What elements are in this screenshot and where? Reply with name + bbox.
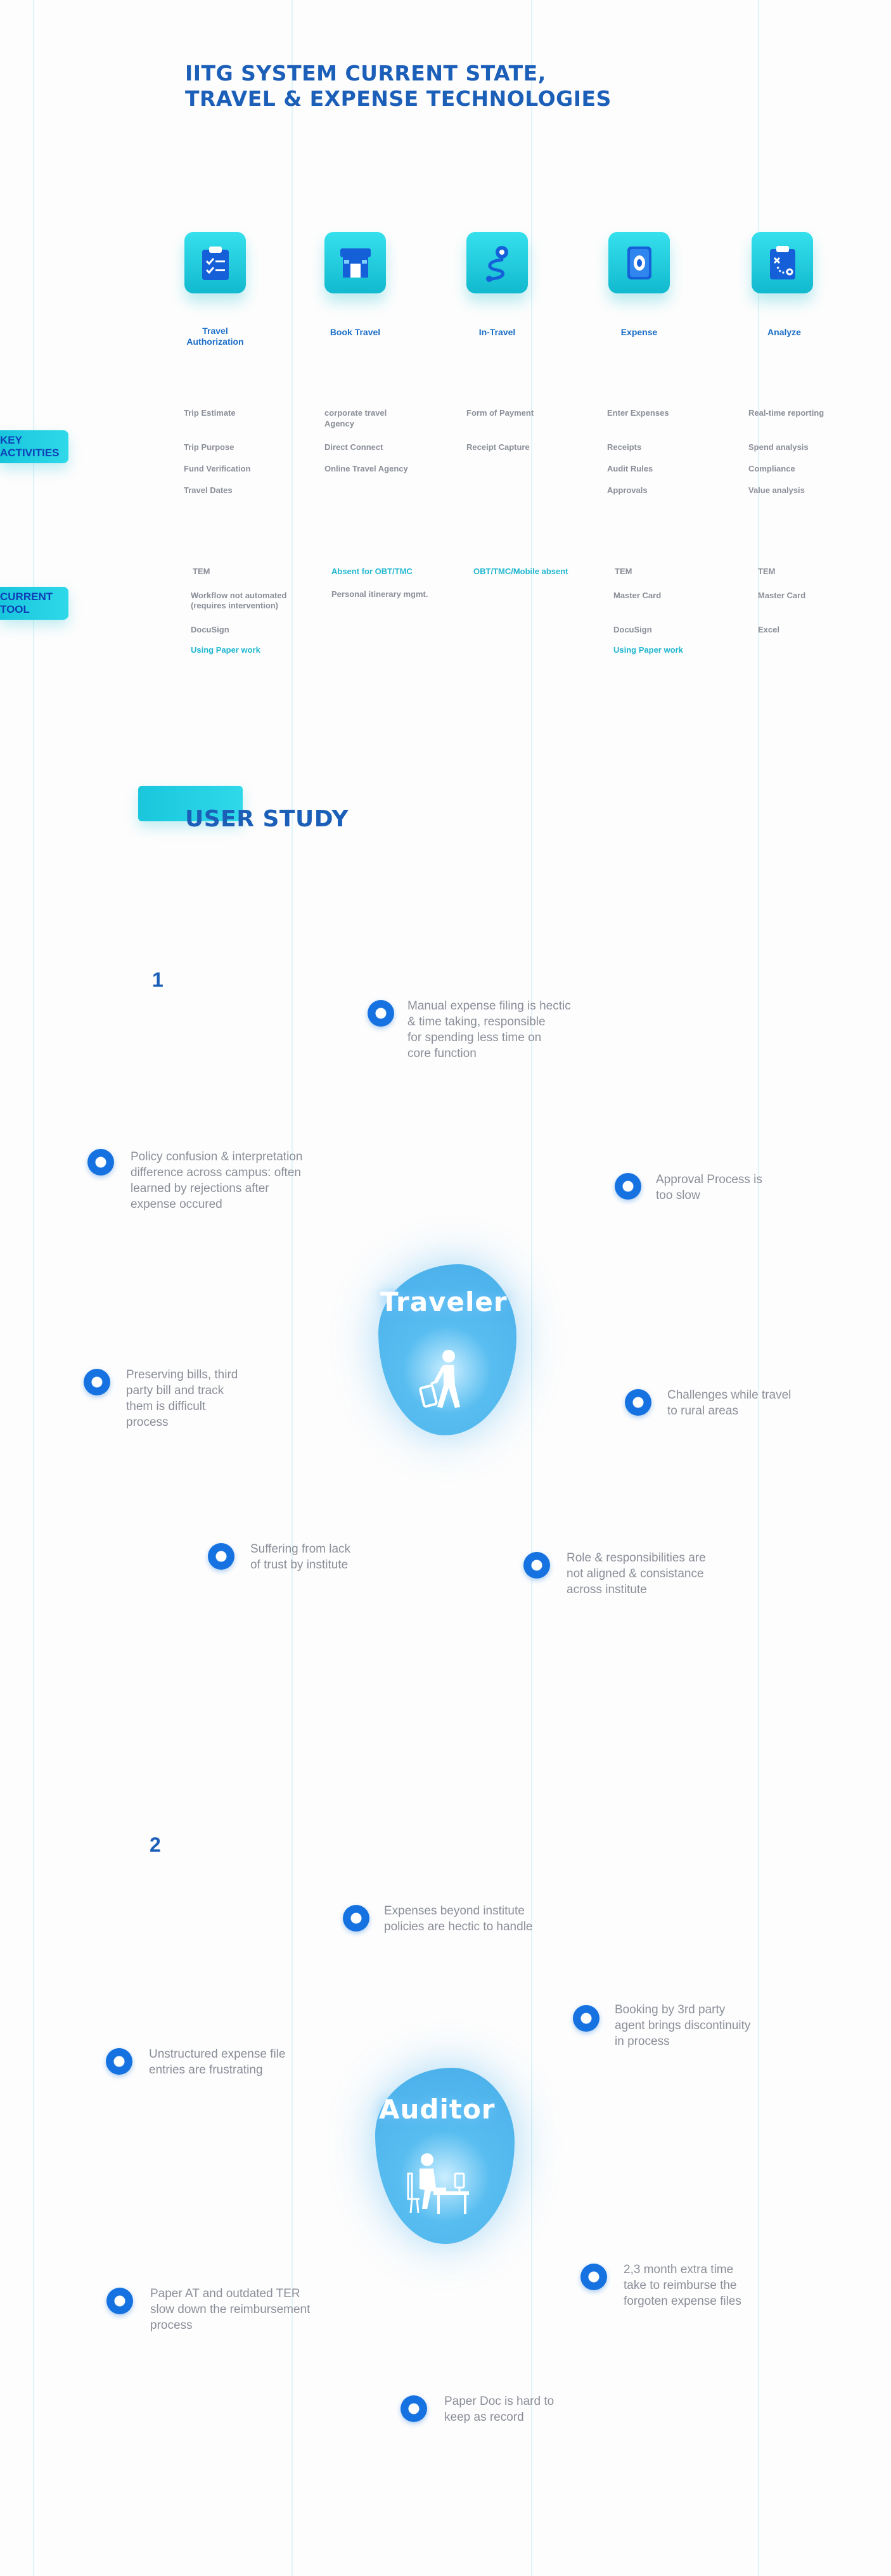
activity-item: Enter Expenses	[607, 408, 669, 418]
stage-label: Travel Authorization	[186, 326, 244, 347]
activity-item: Fund Verification	[184, 464, 251, 473]
tool-item: Using Paper work	[191, 645, 260, 655]
point-marker-icon	[106, 2288, 133, 2314]
activity-item: Audit Rules	[607, 464, 653, 473]
page-title: IITG SYSTEM CURRENT STATE, TRAVEL & EXPE…	[185, 61, 612, 111]
stage-label: Expense	[620, 327, 658, 337]
guide-line	[33, 0, 34, 2576]
point-marker-icon	[580, 2264, 607, 2290]
travel-agency-icon	[340, 248, 371, 278]
tool-item: Master Card	[758, 591, 806, 600]
guide-line	[292, 0, 293, 2576]
user-study-title: USER STUDY	[185, 806, 349, 832]
pain-point-text: Preserving bills, third party bill and t…	[126, 1368, 238, 1429]
pain-point-text: Policy confusion & interpretation differ…	[131, 1150, 303, 1211]
tool-item: Using Paper work	[613, 645, 683, 655]
clipboard-analysis-icon	[769, 245, 795, 279]
point-marker-icon	[208, 1543, 234, 1570]
activity-item: Form of Payment	[466, 408, 534, 418]
persona-title: Traveler	[380, 1286, 508, 1317]
stage-travel-authorization	[184, 232, 246, 293]
activity-item: Receipt Capture	[466, 442, 530, 452]
activity-item: Value analysis	[748, 485, 805, 495]
pain-point-text: Paper AT and outdated TER slow down the …	[150, 2287, 311, 2332]
pain-point-text: Challenges while travel to rural areas	[667, 1388, 792, 1418]
group-number: 1	[152, 968, 163, 991]
tool-item: TEM	[615, 567, 632, 576]
pain-point-text: Paper Doc is hard to keep as record	[444, 2395, 554, 2424]
point-marker-icon	[368, 1000, 394, 1027]
point-marker-icon	[87, 1149, 114, 1176]
stage-label: In-Travel	[478, 327, 516, 337]
pain-point-text: 2,3 month extra time take to reimburse t…	[624, 2263, 741, 2308]
map-route-icon	[485, 245, 508, 282]
guide-line	[531, 0, 532, 2576]
stage-expense	[608, 232, 670, 293]
tool-item: Workflow not automated (requires interve…	[191, 591, 287, 610]
activity-item: Direct Connect	[324, 442, 383, 452]
point-marker-icon	[343, 1905, 369, 1932]
pain-point-text: Booking by 3rd party agent brings discon…	[615, 2003, 751, 2048]
group-number: 2	[150, 1833, 161, 1856]
tool-item: Master Card	[613, 591, 662, 600]
activity-item: Real-time reporting	[748, 408, 824, 418]
pain-point-text: Expenses beyond institute policies are h…	[384, 1904, 533, 1933]
key-activities-label: KEY ACTIVITIES	[0, 430, 68, 463]
current-tool-label: CURRENT TOOL	[0, 587, 68, 620]
guide-line	[758, 0, 759, 2576]
persona-title: Auditor	[379, 2094, 496, 2125]
activity-item: Trip Purpose	[184, 442, 234, 452]
point-marker-icon	[523, 1552, 550, 1579]
pain-point-text: Manual expense filing is hectic & time t…	[407, 999, 571, 1060]
point-marker-icon	[615, 1173, 641, 1200]
tool-item: TEM	[193, 567, 210, 576]
stage-label: Book Travel	[330, 327, 381, 337]
stage-analyze	[752, 232, 813, 293]
activity-item: Spend analysis	[748, 442, 809, 452]
point-marker-icon	[625, 1389, 651, 1416]
activity-item: Travel Dates	[184, 485, 233, 495]
stage-label: Analyze	[767, 327, 801, 337]
activity-item: Online Travel Agency	[324, 464, 408, 473]
pain-point-text: Suffering from lack of trust by institut…	[250, 1542, 351, 1572]
activity-item: Approvals	[607, 485, 648, 495]
point-marker-icon	[84, 1369, 110, 1395]
pain-point-text: Approval Process is too slow	[656, 1173, 762, 1202]
stage-book-travel	[324, 232, 386, 293]
stage-in-travel	[466, 232, 528, 293]
clipboard-checklist-icon	[202, 246, 229, 280]
activity-item: Compliance	[748, 464, 795, 473]
tool-item: DocuSign	[191, 625, 229, 634]
person-at-desk-icon	[407, 2153, 469, 2214]
tool-item: Personal itinerary mgmt.	[331, 589, 428, 599]
point-marker-icon	[573, 2005, 599, 2032]
tool-item: Excel	[758, 625, 779, 634]
activity-item: Receipts	[607, 442, 642, 452]
tool-item: OBT/TMC/Mobile absent	[473, 567, 568, 576]
point-marker-icon	[106, 2048, 132, 2075]
activity-item: corporate travel Agency	[324, 408, 387, 428]
activity-item: Trip Estimate	[184, 408, 236, 418]
pain-point-text: Role & responsibilities are not aligned …	[567, 1551, 706, 1596]
tool-item: TEM	[758, 567, 776, 576]
point-marker-icon	[401, 2395, 427, 2422]
money-bill-icon	[627, 246, 651, 279]
tool-item: DocuSign	[613, 625, 652, 634]
tool-item: Absent for OBT/TMC	[331, 567, 413, 576]
pain-point-text: Unstructured expense file entries are fr…	[149, 2047, 286, 2077]
person-with-luggage-icon	[419, 1350, 460, 1408]
